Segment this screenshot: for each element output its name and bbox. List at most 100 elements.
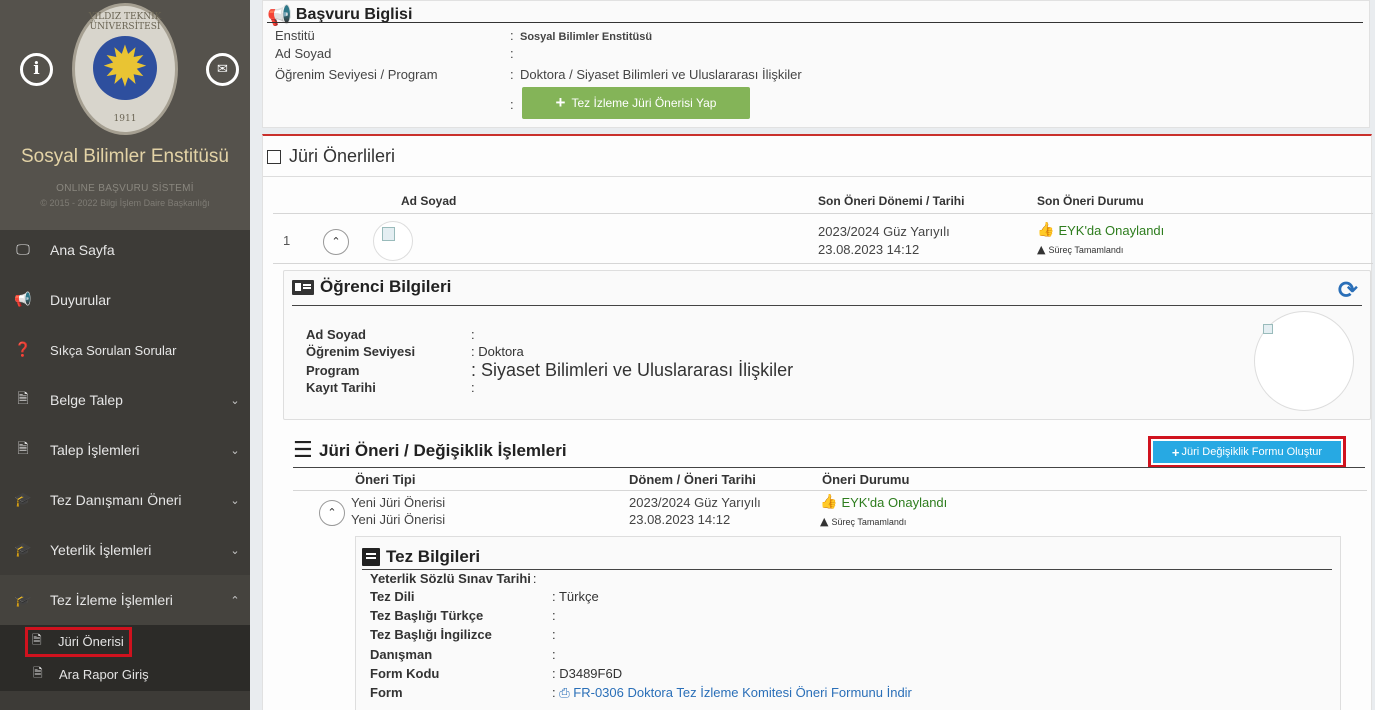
sidebar-item-label: Tez İzleme İşlemleri xyxy=(50,592,173,608)
oneri-type: Yeni Jüri Önerisi Yeni Jüri Önerisi xyxy=(351,494,445,528)
thesis-row: Yeterlik Sözlü Sınav Tarihi : xyxy=(370,571,537,586)
oneri-period: 2023/2024 Güz Yarıyılı 23.08.2023 14:12 xyxy=(629,494,761,528)
tez-izleme-juri-onerisi-button[interactable]: + Tez İzleme Jüri Önerisi Yap xyxy=(522,87,750,119)
form-sep: : xyxy=(552,685,556,700)
collapse-row-button[interactable]: ⌃ xyxy=(323,229,349,255)
sidebar-item-sss[interactable]: ❓ Sıkça Sorulan Sorular xyxy=(0,325,250,375)
collapse-row-button[interactable]: ⌃ xyxy=(319,500,345,526)
status-text: EYK'da Onaylandı xyxy=(1058,222,1165,238)
col-donem: Dönem / Öneri Tarihi xyxy=(629,472,756,487)
sidebar-item-ana-sayfa[interactable]: 🖵 Ana Sayfa xyxy=(0,225,250,275)
status-badge: 👍 EYK'da Onaylandı xyxy=(820,494,947,510)
mail-icon[interactable]: ✉ xyxy=(206,53,239,86)
student-row-ad-soyad: Ad Soyad : xyxy=(306,327,475,342)
id-card-icon xyxy=(292,279,314,295)
row-index: 1 xyxy=(283,233,291,248)
sidebar-item-label: Duyurular xyxy=(50,292,111,308)
sidebar-item-belge-talep[interactable]: 🗎 Belge Talep ⌄ xyxy=(0,375,250,425)
info-sep: : xyxy=(510,46,514,61)
thesis-label: Yeterlik Sözlü Sınav Tarihi xyxy=(370,571,531,586)
application-title: 📢 Başvuru Biglisi xyxy=(267,3,412,27)
juri-degisiklik-formu-button[interactable]: + Jüri Değişiklik Formu Oluştur xyxy=(1153,441,1341,463)
col-son-oneri-durumu: Son Öneri Durumu xyxy=(1037,194,1144,208)
form-download-link[interactable]: FR-0306 Doktora Tez İzleme Komitesi Öner… xyxy=(573,685,912,700)
last-period: 2023/2024 Güz Yarıyılı 23.08.2023 14:12 xyxy=(818,223,950,259)
student-photo xyxy=(1254,311,1354,411)
sidebar-item-yeterlik[interactable]: 🎓 Yeterlik İşlemleri ⌄ xyxy=(0,525,250,575)
avatar xyxy=(373,221,413,261)
student-label: Kayıt Tarihi xyxy=(306,380,376,395)
main-content: 📢 Başvuru Biglisi Enstitü: Sosyal Bilimle… xyxy=(258,0,1375,710)
info-value: Sosyal Bilimler Enstitüsü xyxy=(520,31,653,43)
file-icon: 🗎 xyxy=(32,633,42,647)
student-label: Öğrenim Seviyesi xyxy=(306,344,416,359)
col-ad-soyad: Ad Soyad xyxy=(401,194,457,208)
info-icon[interactable]: i xyxy=(20,53,53,86)
sidebar-item-label: Tez Danışmanı Öneri xyxy=(50,492,182,508)
sidebar-item-label: Jüri Önerisi xyxy=(58,634,124,649)
list-icon xyxy=(267,149,281,164)
chevron-down-icon: ⌄ xyxy=(230,493,240,507)
info-value: Doktora / Siyaset Bilimleri ve Uluslarar… xyxy=(520,67,802,82)
student-value: : Siyaset Bilimleri ve Uluslararası İliş… xyxy=(471,360,794,380)
divider xyxy=(362,569,1332,570)
student-label: Program xyxy=(306,363,360,378)
plus-icon: + xyxy=(1171,444,1180,460)
thesis-value: : xyxy=(552,608,556,623)
sidebar-item-label: Ara Rapor Giriş xyxy=(59,667,149,682)
divider xyxy=(273,263,1373,264)
thesis-value: : D3489F6D xyxy=(552,666,623,681)
submenu-tez-izleme: 🗎 Jüri Önerisi 🗎 Ara Rapor Giriş xyxy=(0,625,250,691)
print-icon: ⎙ xyxy=(559,686,570,701)
status-badge: 👍 EYK'da Onaylandı xyxy=(1037,222,1164,238)
divider xyxy=(292,305,1362,306)
sidebar-subitem-juri-onerisi[interactable]: 🗎 Jüri Önerisi xyxy=(0,625,250,658)
sidebar-subitem-ara-rapor[interactable]: 🗎 Ara Rapor Giriş xyxy=(0,658,250,691)
institute-name: Sosyal Bilimler Enstitüsü xyxy=(20,146,230,167)
graduation-cap-icon: 🎓 xyxy=(14,492,32,508)
sidebar-item-label: Yeterlik İşlemleri xyxy=(50,542,152,558)
info-sep: : xyxy=(510,28,514,43)
file-icon: 🗎 xyxy=(17,391,29,407)
sidebar-item-duyurular[interactable]: 📢 Duyurular xyxy=(0,275,250,325)
chevron-down-icon: ⌄ xyxy=(230,543,240,557)
thesis-label: Tez Başlığı Türkçe xyxy=(370,608,484,623)
refresh-icon[interactable]: ⟳ xyxy=(1338,276,1358,304)
info-sep: : xyxy=(510,67,514,82)
thesis-title: Tez Bilgileri xyxy=(362,547,480,567)
sidebar-item-label: Talep İşlemleri xyxy=(50,442,140,458)
sidebar-item-tez-izleme[interactable]: 🎓 Tez İzleme İşlemleri ⌃ xyxy=(0,575,250,625)
warning-icon: ▲ xyxy=(820,515,829,528)
thesis-title-text: Tez Bilgileri xyxy=(386,547,481,566)
thesis-row: Tez Başlığı Türkçe : xyxy=(370,608,556,623)
star-icon: ✹ xyxy=(101,35,149,100)
system-name: ONLINE BAŞVURU SİSTEMİ xyxy=(56,183,194,194)
sidebar: i YILDIZ TEKNİK ÜNİVERSİTESİ ✹ 1911 ✉ So… xyxy=(0,0,250,710)
copyright: © 2015 - 2022 Bilgi İşlem Daire Başkanlı… xyxy=(40,198,210,208)
col-son-oneri-donemi: Son Öneri Dönemi / Tarihi xyxy=(818,194,965,208)
divider xyxy=(293,467,1365,468)
monitor-icon: 🖵 xyxy=(16,242,30,258)
thesis-row: Danışman : xyxy=(370,647,556,662)
sidebar-item-tez-danismani[interactable]: 🎓 Tez Danışmanı Öneri ⌄ xyxy=(0,475,250,525)
sidebar-item-label: Belge Talep xyxy=(50,392,123,408)
button-sep: : xyxy=(510,97,514,112)
student-row-ogrenim: Öğrenim Seviyesi : Doktora xyxy=(306,344,524,359)
info-label: Ad Soyad xyxy=(275,46,332,61)
highlight-box: + Jüri Değişiklik Formu Oluştur xyxy=(1148,436,1346,468)
chevron-down-icon: ⌄ xyxy=(230,443,240,457)
juri-title-text: Jüri Önerlileri xyxy=(289,146,396,166)
thesis-label: Tez Başlığı İngilizce xyxy=(370,627,492,642)
university-logo: YILDIZ TEKNİK ÜNİVERSİTESİ ✹ 1911 xyxy=(72,3,178,135)
thesis-row: Tez Başlığı İngilizce : xyxy=(370,627,556,642)
thesis-label: Form Kodu xyxy=(370,666,440,681)
brand-area: i YILDIZ TEKNİK ÜNİVERSİTESİ ✹ 1911 ✉ So… xyxy=(0,0,250,230)
thesis-value: : xyxy=(532,571,537,586)
substatus: ▲ Süreç Tamamlandı xyxy=(1037,243,1123,256)
sidebar-item-talep-islemleri[interactable]: 🗎 Talep İşlemleri ⌄ xyxy=(0,425,250,475)
student-title: Öğrenci Bilgileri xyxy=(292,277,451,297)
app-root: i YILDIZ TEKNİK ÜNİVERSİTESİ ✹ 1911 ✉ So… xyxy=(0,0,1375,710)
student-value: : Doktora xyxy=(471,344,524,359)
button-label: Jüri Değişiklik Formu Oluştur xyxy=(1181,446,1323,458)
logo-year: 1911 xyxy=(113,114,137,124)
